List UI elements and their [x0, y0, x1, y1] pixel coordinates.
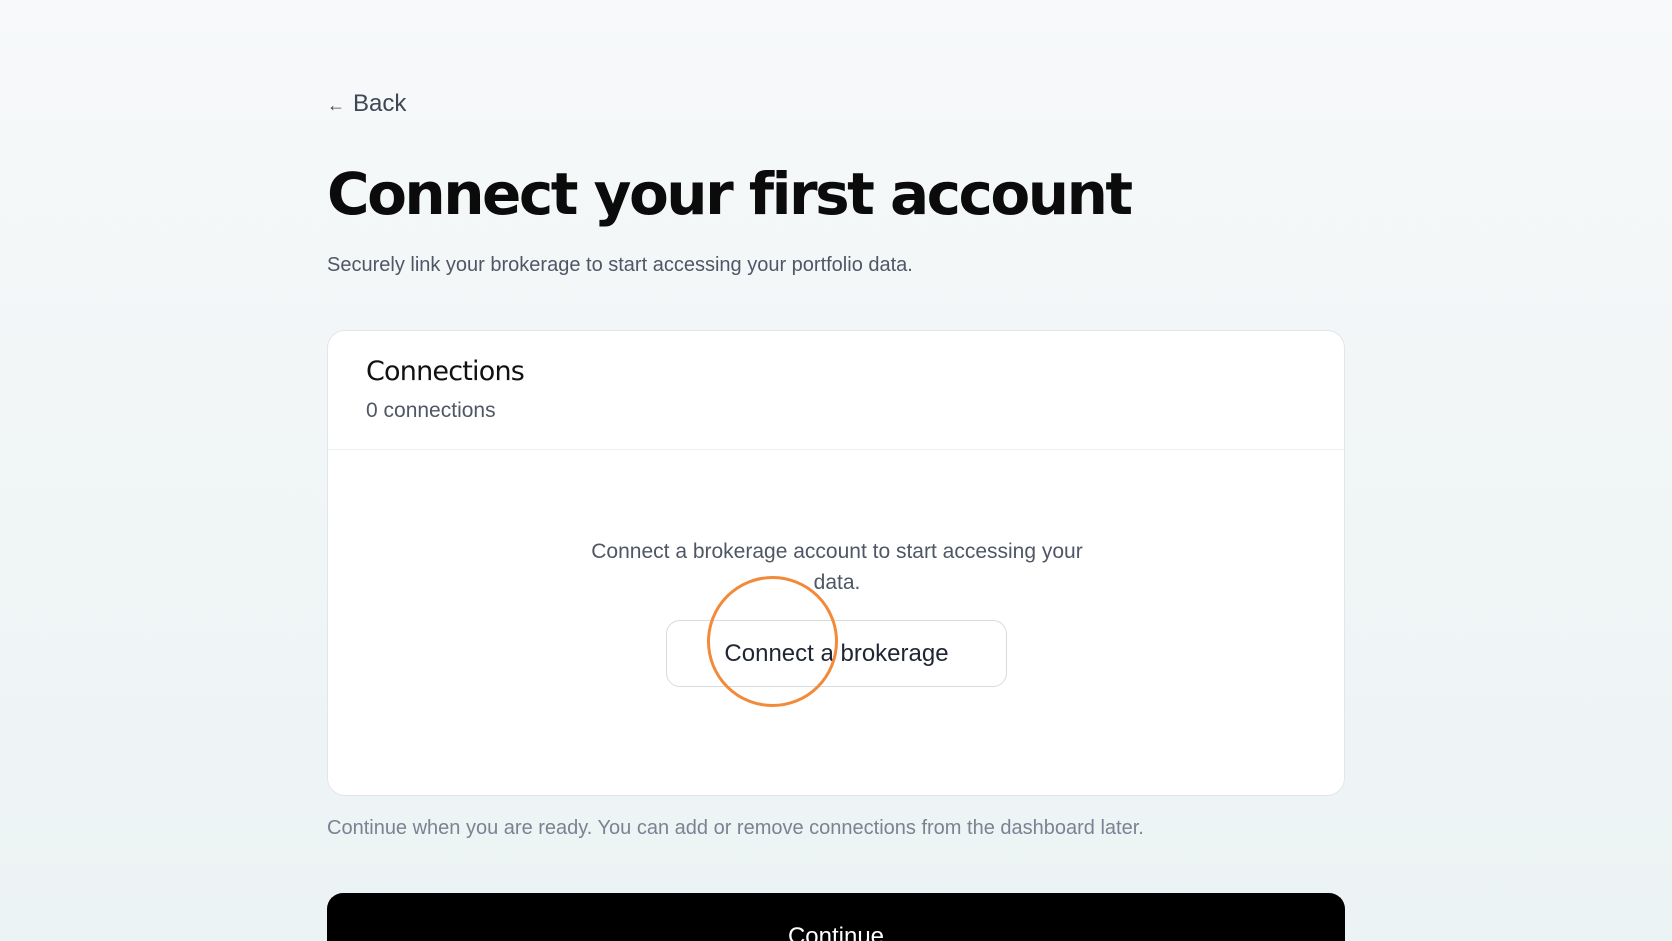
continue-hint: Continue when you are ready. You can add…	[327, 817, 1144, 839]
back-label: Back	[353, 90, 407, 117]
empty-state-message: Connect a brokerage account to start acc…	[591, 540, 1083, 594]
continue-button[interactable]: Continue	[327, 893, 1345, 941]
connections-card-header: Connections 0 connections	[328, 331, 1344, 450]
connect-brokerage-button[interactable]: Connect a brokerage	[666, 620, 1007, 687]
arrow-left-icon: ←	[327, 95, 345, 115]
connections-card: Connections 0 connections Connect a brok…	[327, 330, 1345, 796]
connections-count: 0 connections	[366, 399, 496, 422]
page-subtitle: Securely link your brokerage to start ac…	[327, 254, 913, 276]
page-title: Connect your first account	[327, 160, 1133, 228]
back-link[interactable]: ← Back	[327, 90, 406, 118]
connections-empty-state: Connect a brokerage account to start acc…	[328, 450, 1344, 795]
connections-title: Connections	[366, 356, 525, 387]
